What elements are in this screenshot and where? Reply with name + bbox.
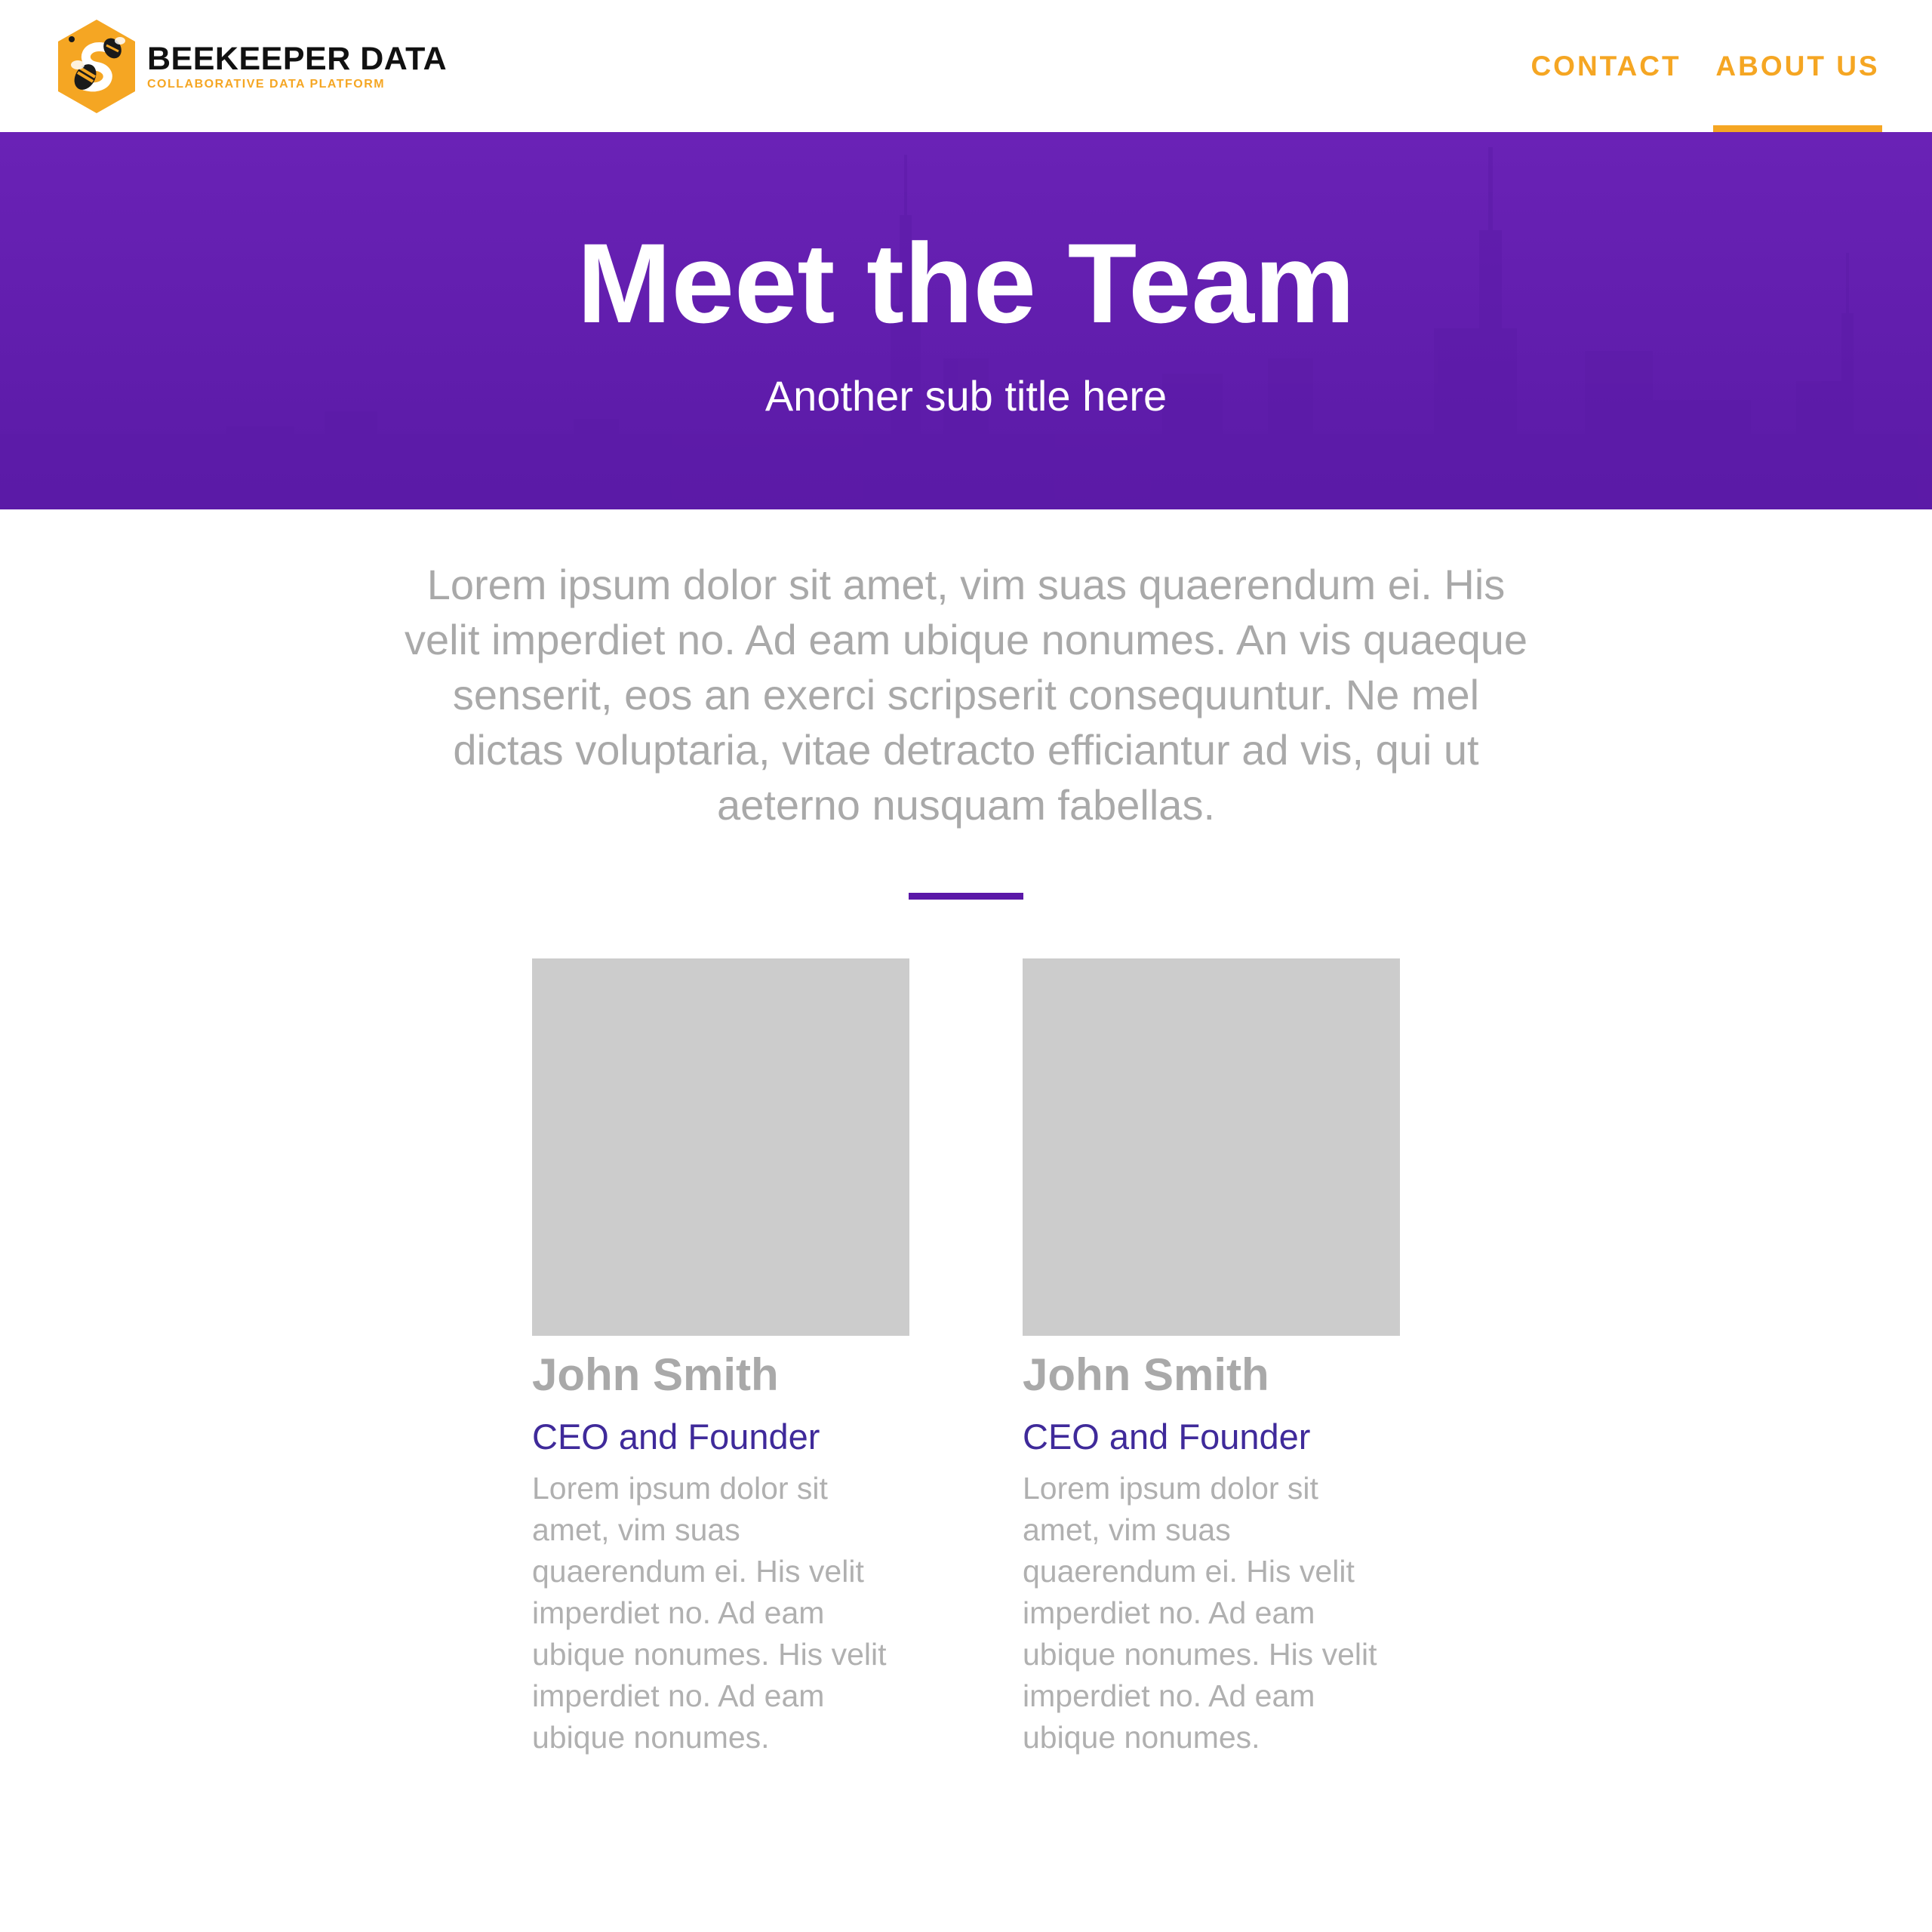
bee-hexagon-logo-icon [58,20,135,113]
member-bio: Lorem ipsum dolor sit amet, vim suas qua… [532,1471,887,1755]
member-bio: Lorem ipsum dolor sit amet, vim suas qua… [1023,1471,1377,1755]
brand-title: BEEKEEPER DATA [147,40,448,77]
hero-banner: Meet the Team Another sub title here [0,132,1932,509]
site-header: BEEKEEPER DATA COLLABORATIVE DATA PLATFO… [0,0,1932,132]
page-title: Meet the Team [577,220,1355,346]
brand-logo[interactable]: BEEKEEPER DATA COLLABORATIVE DATA PLATFO… [55,18,447,115]
page-subtitle: Another sub title here [764,372,1168,420]
member-role: CEO and Founder [532,1417,820,1457]
brand-tagline: COLLABORATIVE DATA PLATFORM [147,77,386,91]
nav-item-about-us[interactable]: ABOUT US [1713,0,1882,132]
member-photo-placeholder [532,958,909,1336]
intro-paragraph: Lorem ipsum dolor sit amet, vim suas qua… [404,561,1528,829]
team-member-card: John Smith CEO and Founder Lorem ipsum d… [532,958,909,1758]
member-photo-placeholder [1023,958,1400,1336]
nav-active-indicator [1713,125,1882,132]
member-name: John Smith [532,1349,779,1400]
brand-text: BEEKEEPER DATA COLLABORATIVE DATA PLATFO… [147,40,448,91]
section-divider [909,893,1023,900]
member-role: CEO and Founder [1023,1417,1311,1457]
nav-item-contact[interactable]: CONTACT [1515,0,1697,132]
team-member-card: John Smith CEO and Founder Lorem ipsum d… [1023,958,1400,1758]
member-name: John Smith [1023,1349,1269,1400]
